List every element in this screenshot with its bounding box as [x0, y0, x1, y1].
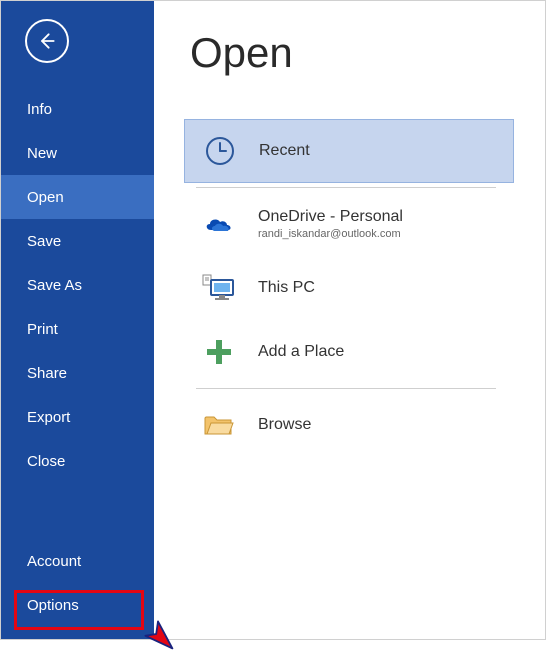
back-arrow-icon: [37, 31, 57, 51]
sidebar-item-save[interactable]: Save: [1, 219, 154, 263]
sidebar-item-label: Share: [27, 365, 67, 382]
location-label: Add a Place: [258, 343, 344, 361]
sidebar-item-label: New: [27, 145, 57, 162]
location-this-pc[interactable]: This PC: [184, 256, 514, 320]
sidebar-item-close[interactable]: Close: [1, 439, 154, 483]
location-recent[interactable]: Recent: [184, 119, 514, 183]
divider: [196, 388, 496, 389]
sidebar-item-info[interactable]: Info: [1, 87, 154, 131]
recent-icon: [203, 134, 237, 168]
sidebar-item-label: Account: [27, 553, 81, 570]
sidebar-item-label: Export: [27, 409, 70, 426]
divider: [196, 187, 496, 188]
sidebar-item-new[interactable]: New: [1, 131, 154, 175]
sidebar-spacer: [1, 483, 154, 539]
this-pc-icon: [202, 271, 236, 305]
sidebar-item-label: Save As: [27, 277, 82, 294]
onedrive-icon: [202, 207, 236, 241]
sidebar-item-export[interactable]: Export: [1, 395, 154, 439]
location-sublabel: randi_iskandar@outlook.com: [258, 228, 403, 240]
location-label: Recent: [259, 142, 310, 160]
sidebar: Info New Open Save Save As Print Share E…: [1, 1, 154, 639]
sidebar-item-label: Close: [27, 453, 65, 470]
sidebar-item-label: Open: [27, 189, 64, 206]
sidebar-item-save-as[interactable]: Save As: [1, 263, 154, 307]
sidebar-item-label: Info: [27, 101, 52, 118]
sidebar-item-share[interactable]: Share: [1, 351, 154, 395]
location-onedrive[interactable]: OneDrive - Personal randi_iskandar@outlo…: [184, 192, 514, 256]
main-panel: Open Recent: [154, 1, 545, 639]
sidebar-item-open[interactable]: Open: [1, 175, 154, 219]
sidebar-item-label: Options: [27, 597, 79, 614]
sidebar-item-print[interactable]: Print: [1, 307, 154, 351]
back-button[interactable]: [25, 19, 69, 63]
page-title: Open: [190, 29, 545, 77]
sidebar-item-label: Print: [27, 321, 58, 338]
backstage-view: Info New Open Save Save As Print Share E…: [0, 0, 546, 640]
location-label: This PC: [258, 279, 315, 297]
sidebar-item-label: Save: [27, 233, 61, 250]
location-label: Browse: [258, 416, 311, 434]
location-label: OneDrive - Personal: [258, 208, 403, 226]
add-place-icon: [202, 335, 236, 369]
browse-folder-icon: [202, 408, 236, 442]
location-list: Recent OneDrive - Personal randi_iskanda…: [184, 119, 514, 457]
sidebar-item-account[interactable]: Account: [1, 539, 154, 583]
sidebar-item-options[interactable]: Options: [1, 583, 154, 627]
location-add-place[interactable]: Add a Place: [184, 320, 514, 384]
location-browse[interactable]: Browse: [184, 393, 514, 457]
